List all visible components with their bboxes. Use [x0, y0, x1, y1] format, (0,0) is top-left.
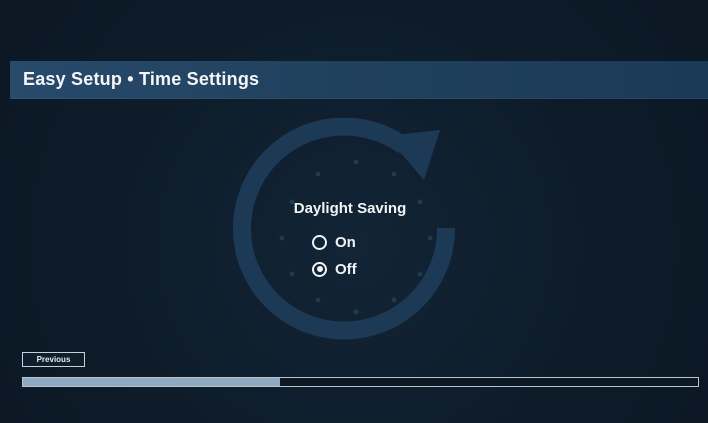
previous-button[interactable]: Previous [22, 352, 85, 367]
option-label-off: Off [335, 260, 357, 278]
title-bar: Easy Setup • Time Settings [10, 61, 708, 99]
daylight-saving-on-option[interactable]: On [312, 231, 356, 253]
daylight-saving-panel: Daylight Saving On Off [260, 200, 440, 278]
setup-progress-bar [22, 377, 699, 387]
option-label-on: On [335, 233, 356, 251]
page-title: Easy Setup • Time Settings [23, 69, 260, 89]
radio-checked-icon[interactable] [312, 261, 327, 277]
setup-screen: Easy Setup • Time Settings Daylight Savi… [0, 0, 708, 423]
daylight-saving-heading: Daylight Saving [293, 200, 407, 217]
setup-progress-fill [23, 378, 280, 386]
daylight-saving-off-option[interactable]: Off [312, 258, 357, 280]
circular-arrow-clock-icon [233, 118, 456, 340]
radio-unchecked-icon[interactable] [312, 234, 327, 250]
